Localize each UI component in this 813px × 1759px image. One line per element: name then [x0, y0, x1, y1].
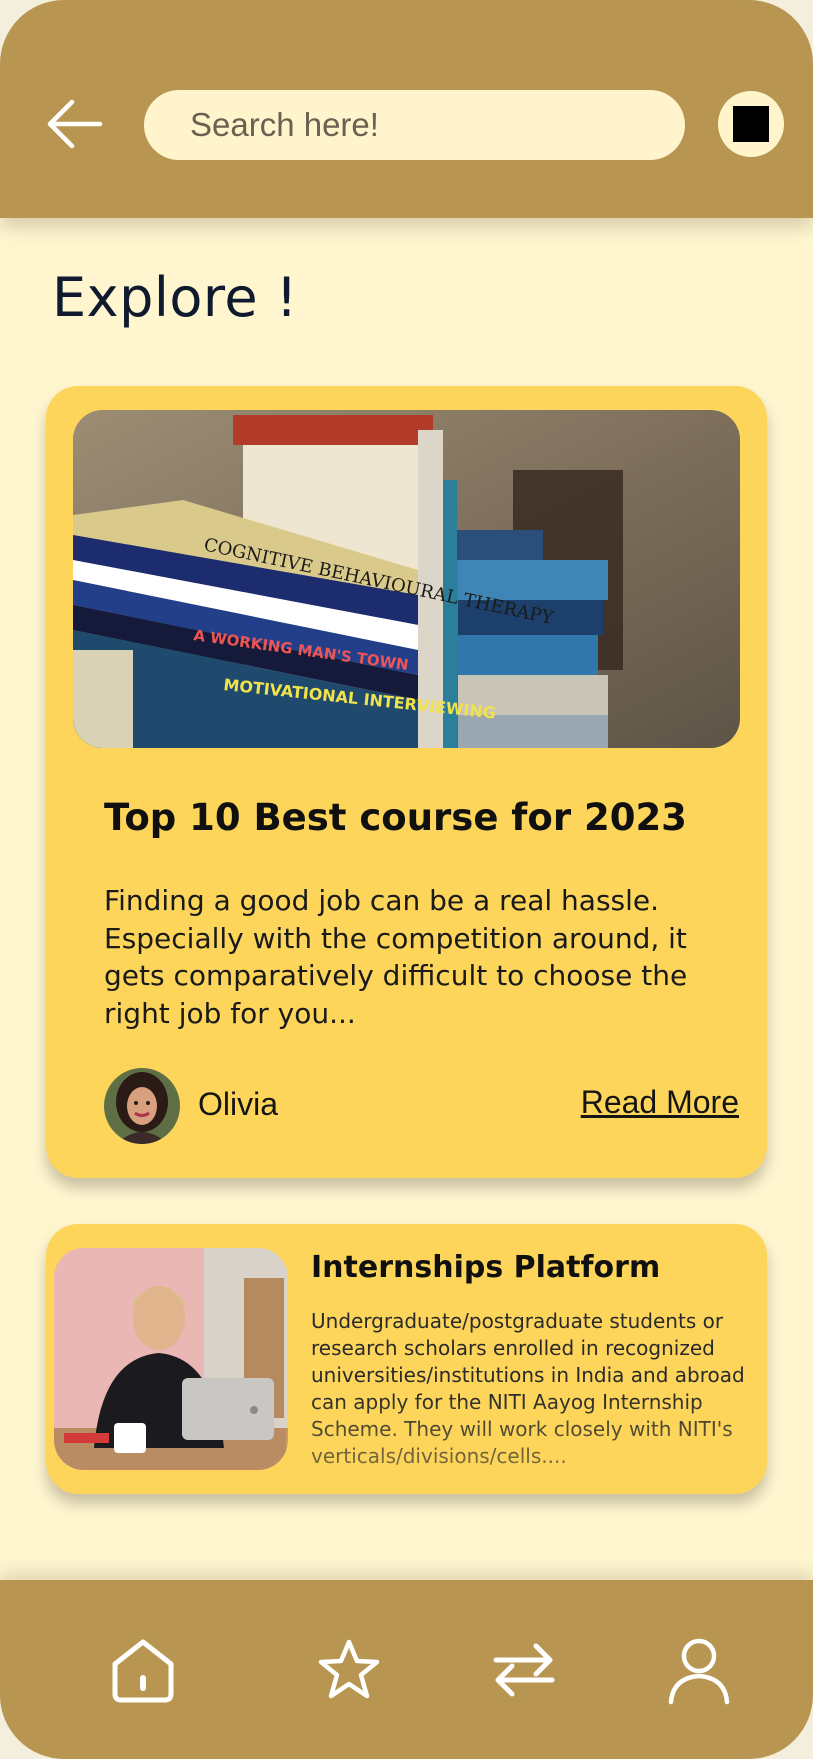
nav-profile-button[interactable] [663, 1634, 735, 1706]
woman-with-laptop-photo [54, 1248, 288, 1470]
internship-description: Undergraduate/postgraduate students or r… [311, 1309, 745, 1468]
bottom-nav-bar [0, 1580, 813, 1759]
profile-icon [668, 1638, 730, 1705]
internship-card[interactable]: Internships Platform Undergraduate/postg… [46, 1224, 767, 1494]
page-title: Explore ! [52, 266, 298, 329]
nav-swap-button[interactable] [488, 1634, 560, 1706]
article-title: Top 10 Best course for 2023 [104, 796, 687, 839]
nav-favorites-button[interactable] [313, 1634, 385, 1706]
star-icon [318, 1639, 380, 1699]
article-description: Finding a good job can be a real hassle.… [104, 884, 688, 1030]
back-arrow-icon [47, 99, 103, 149]
search-input[interactable] [144, 90, 685, 160]
author-name: Olivia [198, 1086, 279, 1122]
swap-arrows-icon [493, 1643, 555, 1697]
books-photo: COGNITIVE BEHAVIOURAL THERAPY SOCIAL WOR… [73, 410, 740, 748]
internship-title: Internships Platform [311, 1250, 661, 1285]
featured-article-card[interactable]: COGNITIVE BEHAVIOURAL THERAPY SOCIAL WOR… [46, 386, 767, 1178]
back-button[interactable] [46, 96, 106, 152]
home-icon [112, 1639, 174, 1703]
author-avatar [104, 1068, 180, 1144]
top-bar [0, 0, 813, 218]
square-icon [733, 106, 769, 142]
phone-screen: Explore ! [0, 0, 813, 1759]
read-more-link[interactable]: Read More [581, 1084, 739, 1121]
menu-button[interactable] [718, 91, 784, 157]
nav-home-button[interactable] [107, 1634, 179, 1706]
